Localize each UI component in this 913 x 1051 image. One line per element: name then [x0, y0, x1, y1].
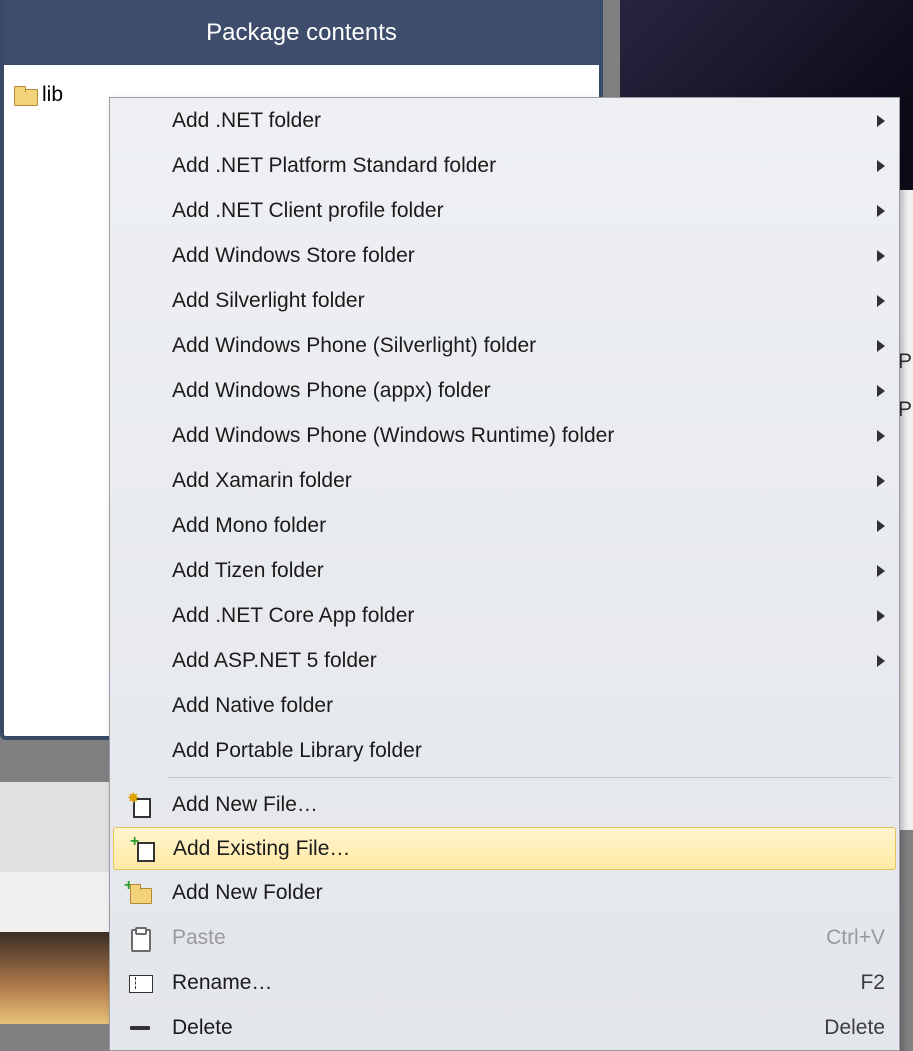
new-file-icon: ✸	[128, 793, 152, 817]
window-strip-2	[0, 872, 110, 932]
menu-item-label: Add Xamarin folder	[172, 469, 867, 493]
menu-item-label: Add Windows Phone (Windows Runtime) fold…	[172, 424, 867, 448]
chevron-right-icon	[877, 160, 885, 172]
menu-item-add-windows-phone-appx-folder[interactable]: Add Windows Phone (appx) folder	[110, 368, 899, 413]
menu-item-add-existing-file[interactable]: + Add Existing File…	[113, 827, 896, 870]
chevron-right-icon	[877, 610, 885, 622]
menu-item-label: Delete	[172, 1016, 814, 1040]
delete-icon	[128, 1016, 152, 1040]
menu-item-label: Rename…	[172, 971, 850, 995]
chevron-right-icon	[877, 340, 885, 352]
chevron-right-icon	[877, 250, 885, 262]
add-file-icon: +	[132, 837, 156, 861]
add-folder-icon: +	[128, 881, 152, 905]
desktop-strip	[0, 932, 110, 1024]
menu-item-add-aspnet5-folder[interactable]: Add ASP.NET 5 folder	[110, 638, 899, 683]
menu-item-add-windows-phone-winrt-folder[interactable]: Add Windows Phone (Windows Runtime) fold…	[110, 413, 899, 458]
chevron-right-icon	[877, 565, 885, 577]
menu-item-label: Add Portable Library folder	[172, 739, 885, 763]
menu-item-label: Add Existing File…	[173, 837, 884, 861]
menu-item-add-net-core-app-folder[interactable]: Add .NET Core App folder	[110, 593, 899, 638]
menu-item-shortcut: F2	[860, 971, 885, 995]
menu-item-add-new-folder[interactable]: + Add New Folder	[110, 870, 899, 915]
chevron-right-icon	[877, 385, 885, 397]
context-menu: Add .NET folder Add .NET Platform Standar…	[109, 97, 900, 1051]
menu-item-shortcut: Delete	[824, 1016, 885, 1040]
chevron-right-icon	[877, 430, 885, 442]
menu-item-add-mono-folder[interactable]: Add Mono folder	[110, 503, 899, 548]
chevron-right-icon	[877, 295, 885, 307]
menu-item-add-net-platform-standard-folder[interactable]: Add .NET Platform Standard folder	[110, 143, 899, 188]
menu-item-label: Add New Folder	[172, 881, 885, 905]
menu-item-label: Add Mono folder	[172, 514, 867, 538]
folder-icon	[14, 86, 36, 104]
menu-item-add-xamarin-folder[interactable]: Add Xamarin folder	[110, 458, 899, 503]
menu-item-add-portable-library-folder[interactable]: Add Portable Library folder	[110, 728, 899, 773]
rename-icon	[128, 971, 152, 995]
menu-item-add-native-folder[interactable]: Add Native folder	[110, 683, 899, 728]
chevron-right-icon	[877, 520, 885, 532]
menu-item-label: Add New File…	[172, 793, 885, 817]
chevron-right-icon	[877, 475, 885, 487]
menu-item-add-windows-store-folder[interactable]: Add Windows Store folder	[110, 233, 899, 278]
menu-item-add-net-folder[interactable]: Add .NET folder	[110, 98, 899, 143]
menu-item-paste: Paste Ctrl+V	[110, 915, 899, 960]
paste-icon	[128, 926, 152, 950]
menu-item-label: Paste	[172, 926, 816, 950]
menu-item-label: Add Windows Phone (appx) folder	[172, 379, 867, 403]
menu-item-label: Add .NET Platform Standard folder	[172, 154, 867, 178]
menu-item-label: Add .NET folder	[172, 109, 867, 133]
menu-item-add-new-file[interactable]: ✸ Add New File…	[110, 782, 899, 827]
menu-item-label: Add .NET Core App folder	[172, 604, 867, 628]
menu-item-label: Add Windows Store folder	[172, 244, 867, 268]
menu-item-delete[interactable]: Delete Delete	[110, 1005, 899, 1050]
panel-title: Package contents	[4, 0, 599, 65]
right-panel-hint-1: P	[898, 350, 912, 374]
chevron-right-icon	[877, 655, 885, 667]
tree-item-label: lib	[42, 83, 63, 107]
menu-item-rename[interactable]: Rename… F2	[110, 960, 899, 1005]
menu-item-label: Add Native folder	[172, 694, 885, 718]
menu-item-add-tizen-folder[interactable]: Add Tizen folder	[110, 548, 899, 593]
menu-item-label: Add Tizen folder	[172, 559, 867, 583]
menu-item-label: Add Silverlight folder	[172, 289, 867, 313]
chevron-right-icon	[877, 115, 885, 127]
menu-item-label: Add ASP.NET 5 folder	[172, 649, 867, 673]
menu-item-label: Add Windows Phone (Silverlight) folder	[172, 334, 867, 358]
chevron-right-icon	[877, 205, 885, 217]
menu-separator	[168, 777, 891, 778]
menu-item-add-windows-phone-silverlight-folder[interactable]: Add Windows Phone (Silverlight) folder	[110, 323, 899, 368]
menu-item-label: Add .NET Client profile folder	[172, 199, 867, 223]
menu-item-shortcut: Ctrl+V	[826, 926, 885, 950]
window-strip-1	[0, 782, 110, 872]
menu-item-add-silverlight-folder[interactable]: Add Silverlight folder	[110, 278, 899, 323]
menu-item-add-net-client-profile-folder[interactable]: Add .NET Client profile folder	[110, 188, 899, 233]
right-panel-hint-2: P	[898, 398, 912, 422]
